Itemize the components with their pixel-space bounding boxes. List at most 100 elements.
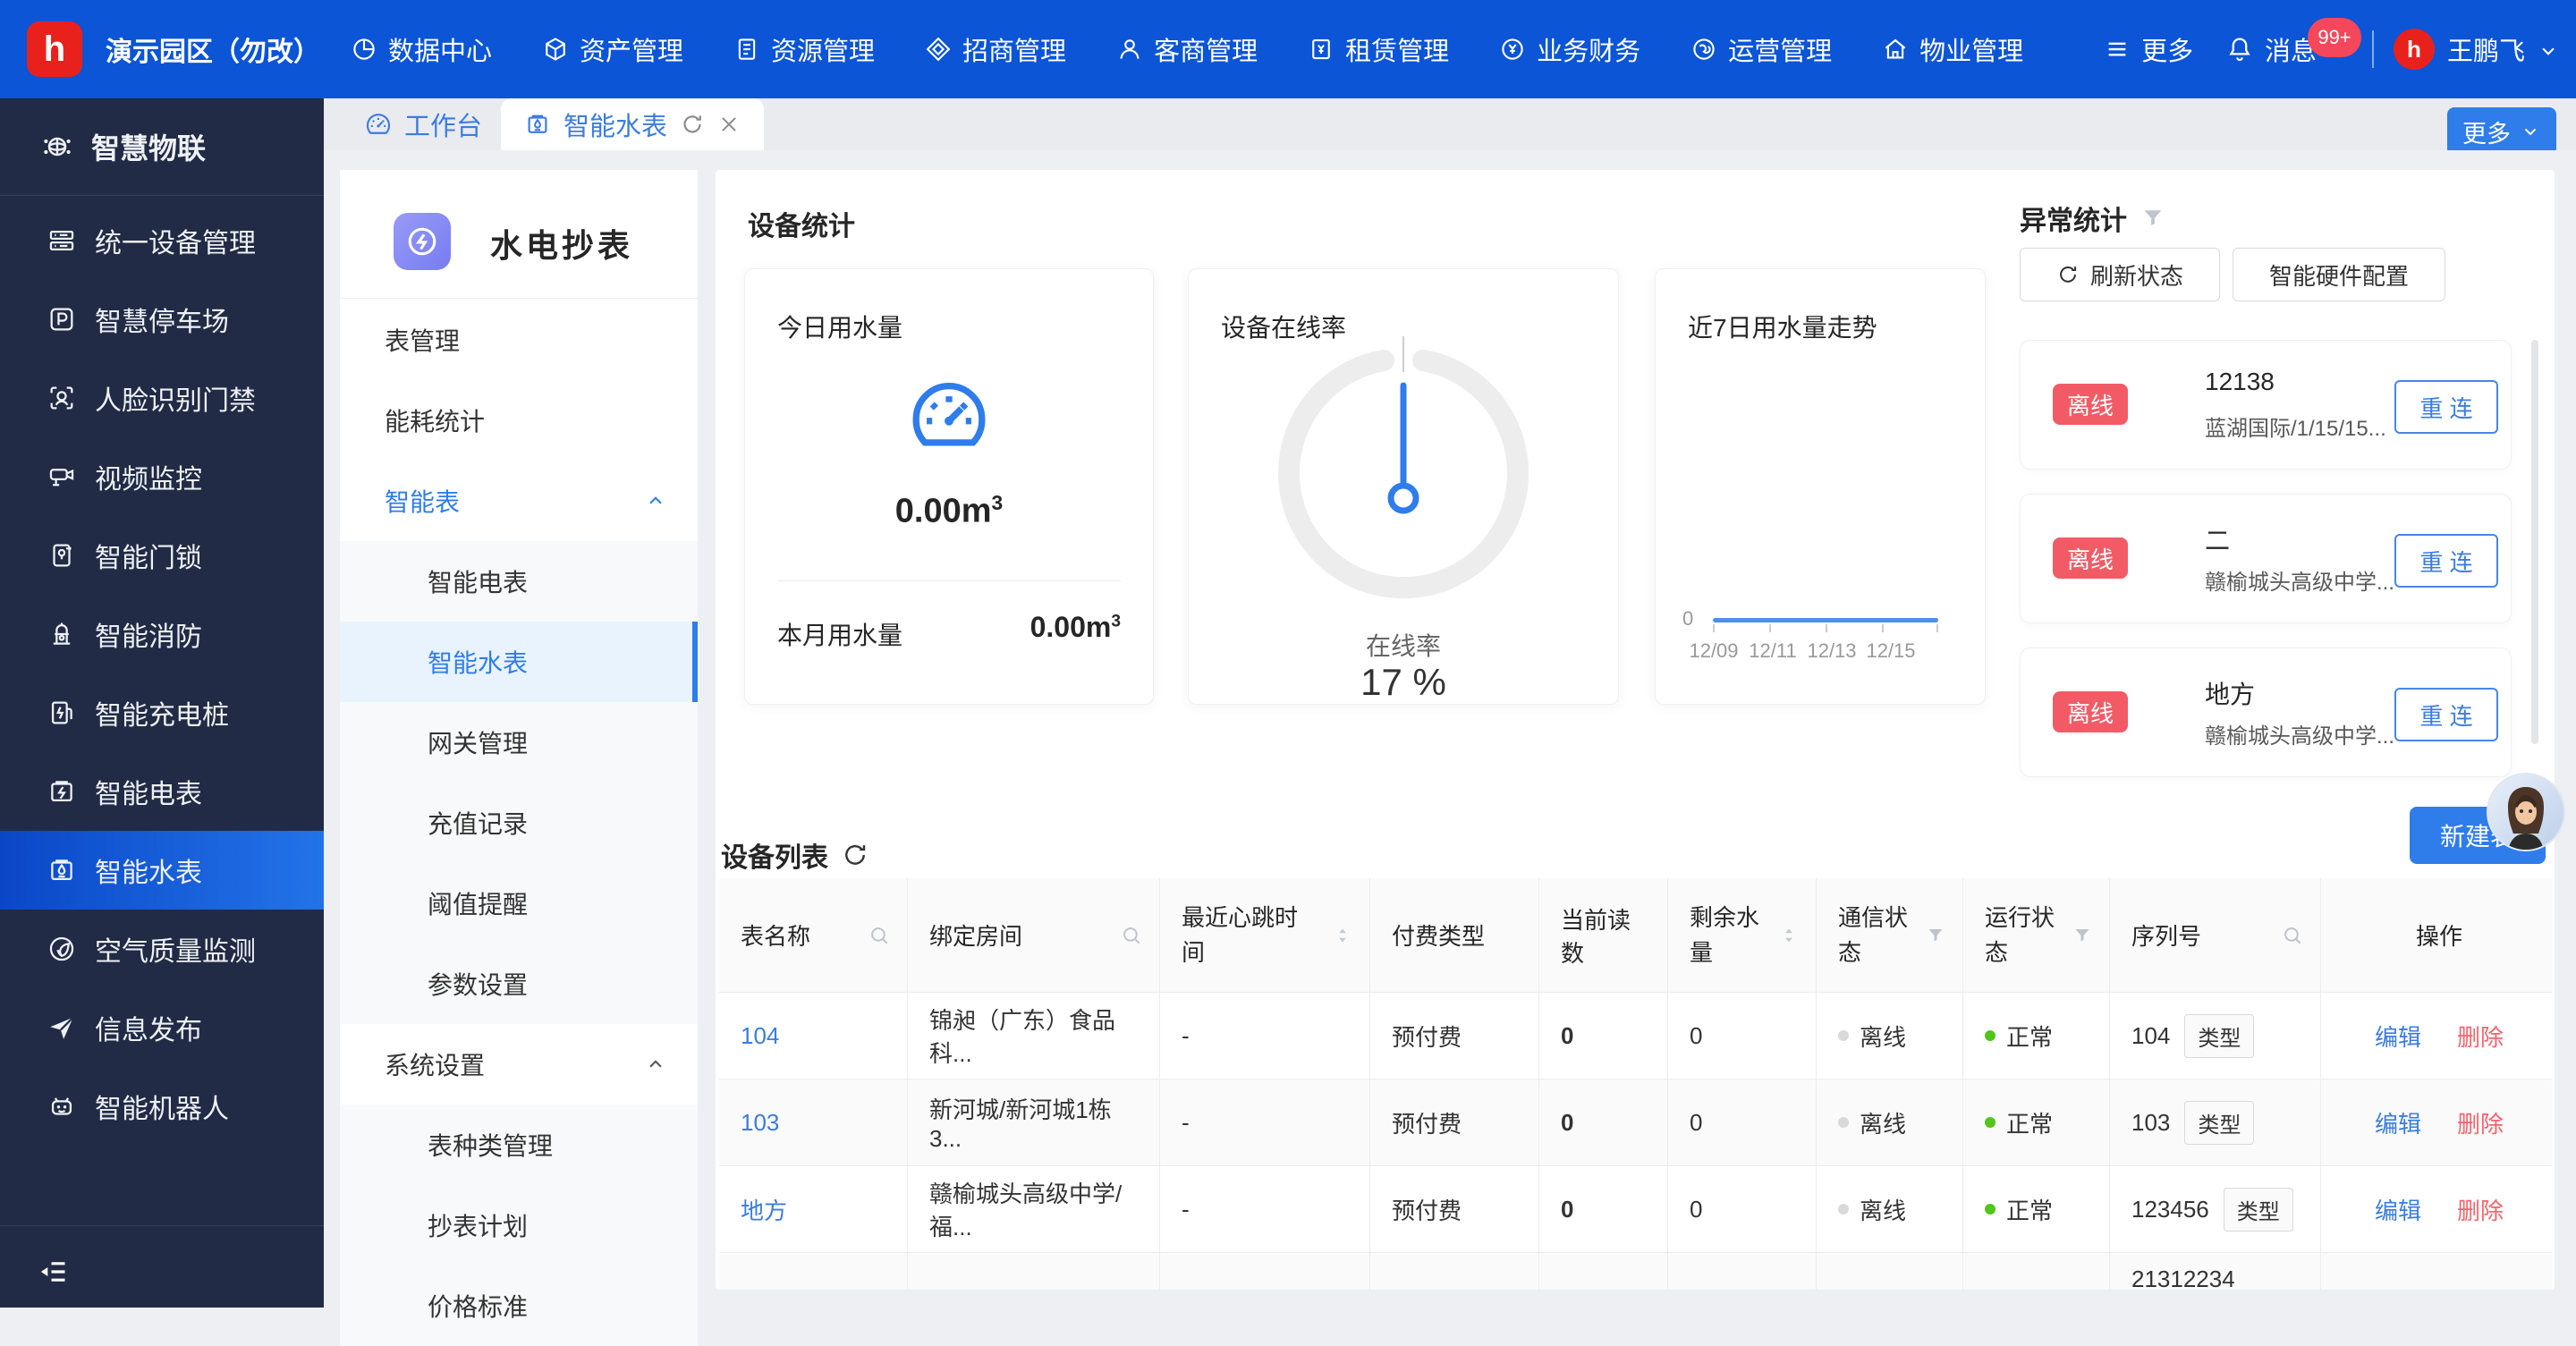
nav-operation[interactable]: 运营管理 — [1690, 30, 1832, 68]
nav-property[interactable]: 物业管理 — [1882, 30, 2023, 68]
trend-y0-label: 0 — [1682, 607, 1693, 631]
meter-name-link[interactable]: 104 — [741, 1022, 779, 1050]
table-row: 103 新河城/新河城1栋3... - 预付费 0 0 离线 正常 103类型 … — [719, 1079, 2552, 1166]
tab-workbench[interactable]: 工作台 — [365, 98, 482, 150]
sidebar-item-air-quality[interactable]: 空气质量监测 — [0, 910, 324, 988]
person-icon — [1116, 36, 1143, 63]
trend-x3: 12/13 — [1801, 639, 1863, 663]
col-bound-room[interactable]: 绑定房间 — [908, 878, 1160, 993]
sidebar-item-face-access[interactable]: 人脸识别门禁 — [0, 359, 324, 437]
sort-carets-icon[interactable] — [1332, 925, 1353, 946]
sidebar-item-parking[interactable]: 智慧停车场 — [0, 280, 324, 359]
tab-strip: 工作台 智能水表 更多 — [324, 98, 2576, 150]
sidebar-item-water-meter[interactable]: 智能水表 — [0, 831, 324, 910]
house-icon — [1882, 36, 1909, 63]
topbar-divider — [2372, 30, 2374, 68]
submenu-divider — [340, 298, 698, 299]
col-meter-name[interactable]: 表名称 — [719, 878, 908, 993]
refresh-status-button[interactable]: 刷新状态 — [2020, 248, 2220, 301]
submenu-item-params[interactable]: 参数设置 — [340, 944, 698, 1024]
collapse-sidebar-icon[interactable] — [36, 1254, 72, 1290]
col-last-heartbeat[interactable]: 最近心跳时间 — [1160, 878, 1370, 993]
nav-more[interactable]: 更多 — [2104, 30, 2193, 68]
type-tag[interactable]: 类型 — [2224, 1188, 2293, 1232]
user-name[interactable]: 王鹏飞 — [2447, 0, 2525, 98]
col-serial[interactable]: 序列号 — [2110, 878, 2321, 993]
nav-finance[interactable]: 业务财务 — [1499, 30, 1640, 68]
status-badge: 离线 — [2053, 538, 2128, 579]
nav-resource[interactable]: 资源管理 — [733, 30, 875, 68]
run-status-cell: 正常 — [1963, 993, 2110, 1079]
filter-funnel-icon[interactable] — [2072, 925, 2093, 946]
sidebar-bottom-divider — [0, 1225, 324, 1226]
serial-cell: 104类型 — [2110, 993, 2321, 1079]
delete-link[interactable]: 删除 — [2457, 1106, 2504, 1139]
trend-card: 近7日用水量走势 0 12/09 12/11 12/13 12/15 — [1655, 268, 1986, 705]
edit-link[interactable]: 编辑 — [2375, 1020, 2421, 1053]
submenu-item-meter-type[interactable]: 表种类管理 — [340, 1105, 698, 1185]
user-chevron-down-icon[interactable] — [2537, 39, 2560, 63]
today-usage-label: 今日用水量 — [777, 309, 902, 344]
submenu-item-meter-mgmt[interactable]: 表管理 — [340, 300, 698, 380]
submenu-item-elec-meter[interactable]: 智能电表 — [340, 541, 698, 622]
assistant-avatar[interactable] — [2487, 773, 2565, 851]
pay-type-cell: 预付费 — [1370, 993, 1539, 1079]
submenu-item-gateway[interactable]: 网关管理 — [340, 702, 698, 783]
nav-data-center[interactable]: 数据中心 — [351, 30, 492, 68]
submenu-item-reading-plan[interactable]: 抄表计划 — [340, 1185, 698, 1266]
sidebar-item-video[interactable]: 视频监控 — [0, 437, 324, 516]
device-list-refresh-icon[interactable] — [841, 841, 869, 869]
col-remaining-water[interactable]: 剩余水量 — [1668, 878, 1817, 993]
col-run-status[interactable]: 运行状态 — [1963, 878, 2110, 993]
submenu-item-energy-stats[interactable]: 能耗统计 — [340, 380, 698, 461]
tab-close-icon[interactable] — [717, 113, 741, 136]
sidebar-item-fire[interactable]: 智能消防 — [0, 595, 324, 673]
tab-refresh-icon[interactable] — [680, 112, 705, 137]
submenu-item-threshold[interactable]: 阈值提醒 — [340, 863, 698, 944]
user-avatar[interactable]: h — [2394, 29, 2435, 70]
edit-link[interactable]: 编辑 — [2375, 1106, 2421, 1139]
sidebar-item-lock[interactable]: 智能门锁 — [0, 516, 324, 595]
abnormal-scrollbar[interactable] — [2531, 340, 2538, 744]
search-icon[interactable] — [1120, 924, 1143, 947]
edit-link[interactable]: 编辑 — [2375, 1193, 2421, 1226]
tabs-more-button[interactable]: 更多 — [2447, 107, 2556, 156]
nav-lease[interactable]: 租赁管理 — [1308, 30, 1449, 68]
submenu-item-recharge[interactable]: 充值记录 — [340, 783, 698, 863]
reconnect-button[interactable]: 重 连 — [2394, 380, 2498, 434]
nav-asset[interactable]: 资产管理 — [542, 30, 683, 68]
reconnect-button[interactable]: 重 连 — [2394, 688, 2498, 741]
app-logo[interactable]: h — [27, 21, 82, 77]
online-dot — [1985, 1117, 1996, 1128]
submenu-item-price-standard[interactable]: 价格标准 — [340, 1266, 698, 1346]
filter-funnel-icon[interactable] — [1925, 925, 1946, 946]
submenu-item-water-meter-active[interactable]: 智能水表 — [340, 622, 698, 702]
sidebar-item-charging[interactable]: 智能充电桩 — [0, 673, 324, 752]
trend-tick — [1936, 624, 1938, 632]
sidebar-item-robot[interactable]: 智能机器人 — [0, 1067, 324, 1146]
hardware-config-button[interactable]: 智能硬件配置 — [2233, 248, 2445, 301]
sidebar-item-elec-meter[interactable]: 智能电表 — [0, 752, 324, 831]
tab-smart-water-meter[interactable]: 智能水表 — [501, 98, 764, 150]
submenu-group-smart-meter[interactable]: 智能表 — [340, 461, 698, 541]
delete-link[interactable]: 删除 — [2457, 1020, 2504, 1053]
sidebar-item-device-mgmt[interactable]: 统一设备管理 — [0, 201, 324, 280]
bell-icon[interactable] — [2225, 35, 2254, 63]
meter-name-link[interactable]: 地方 — [741, 1193, 787, 1226]
sort-carets-icon[interactable] — [1778, 925, 1800, 946]
type-tag[interactable]: 类型 — [2184, 1101, 2254, 1145]
sidebar-item-info-publish[interactable]: 信息发布 — [0, 988, 324, 1067]
delete-link[interactable]: 删除 — [2457, 1193, 2504, 1226]
col-comm-status[interactable]: 通信状态 — [1817, 878, 1963, 993]
left-sidebar: 智慧物联 统一设备管理 智慧停车场 人脸识别门禁 视频监控 智能门锁 智能消防 … — [0, 98, 324, 1308]
reconnect-button[interactable]: 重 连 — [2394, 534, 2498, 588]
meter-name-link[interactable]: 103 — [741, 1109, 779, 1137]
nav-investment[interactable]: 招商管理 — [925, 30, 1066, 68]
nav-merchant[interactable]: 客商管理 — [1116, 30, 1258, 68]
search-icon[interactable] — [868, 924, 891, 947]
submenu-group-system-settings[interactable]: 系统设置 — [340, 1024, 698, 1105]
run-status-cell: 正常 — [1963, 1166, 2110, 1253]
filter-funnel-icon[interactable] — [2140, 205, 2166, 232]
type-tag[interactable]: 类型 — [2184, 1014, 2254, 1058]
search-icon[interactable] — [2281, 924, 2304, 947]
